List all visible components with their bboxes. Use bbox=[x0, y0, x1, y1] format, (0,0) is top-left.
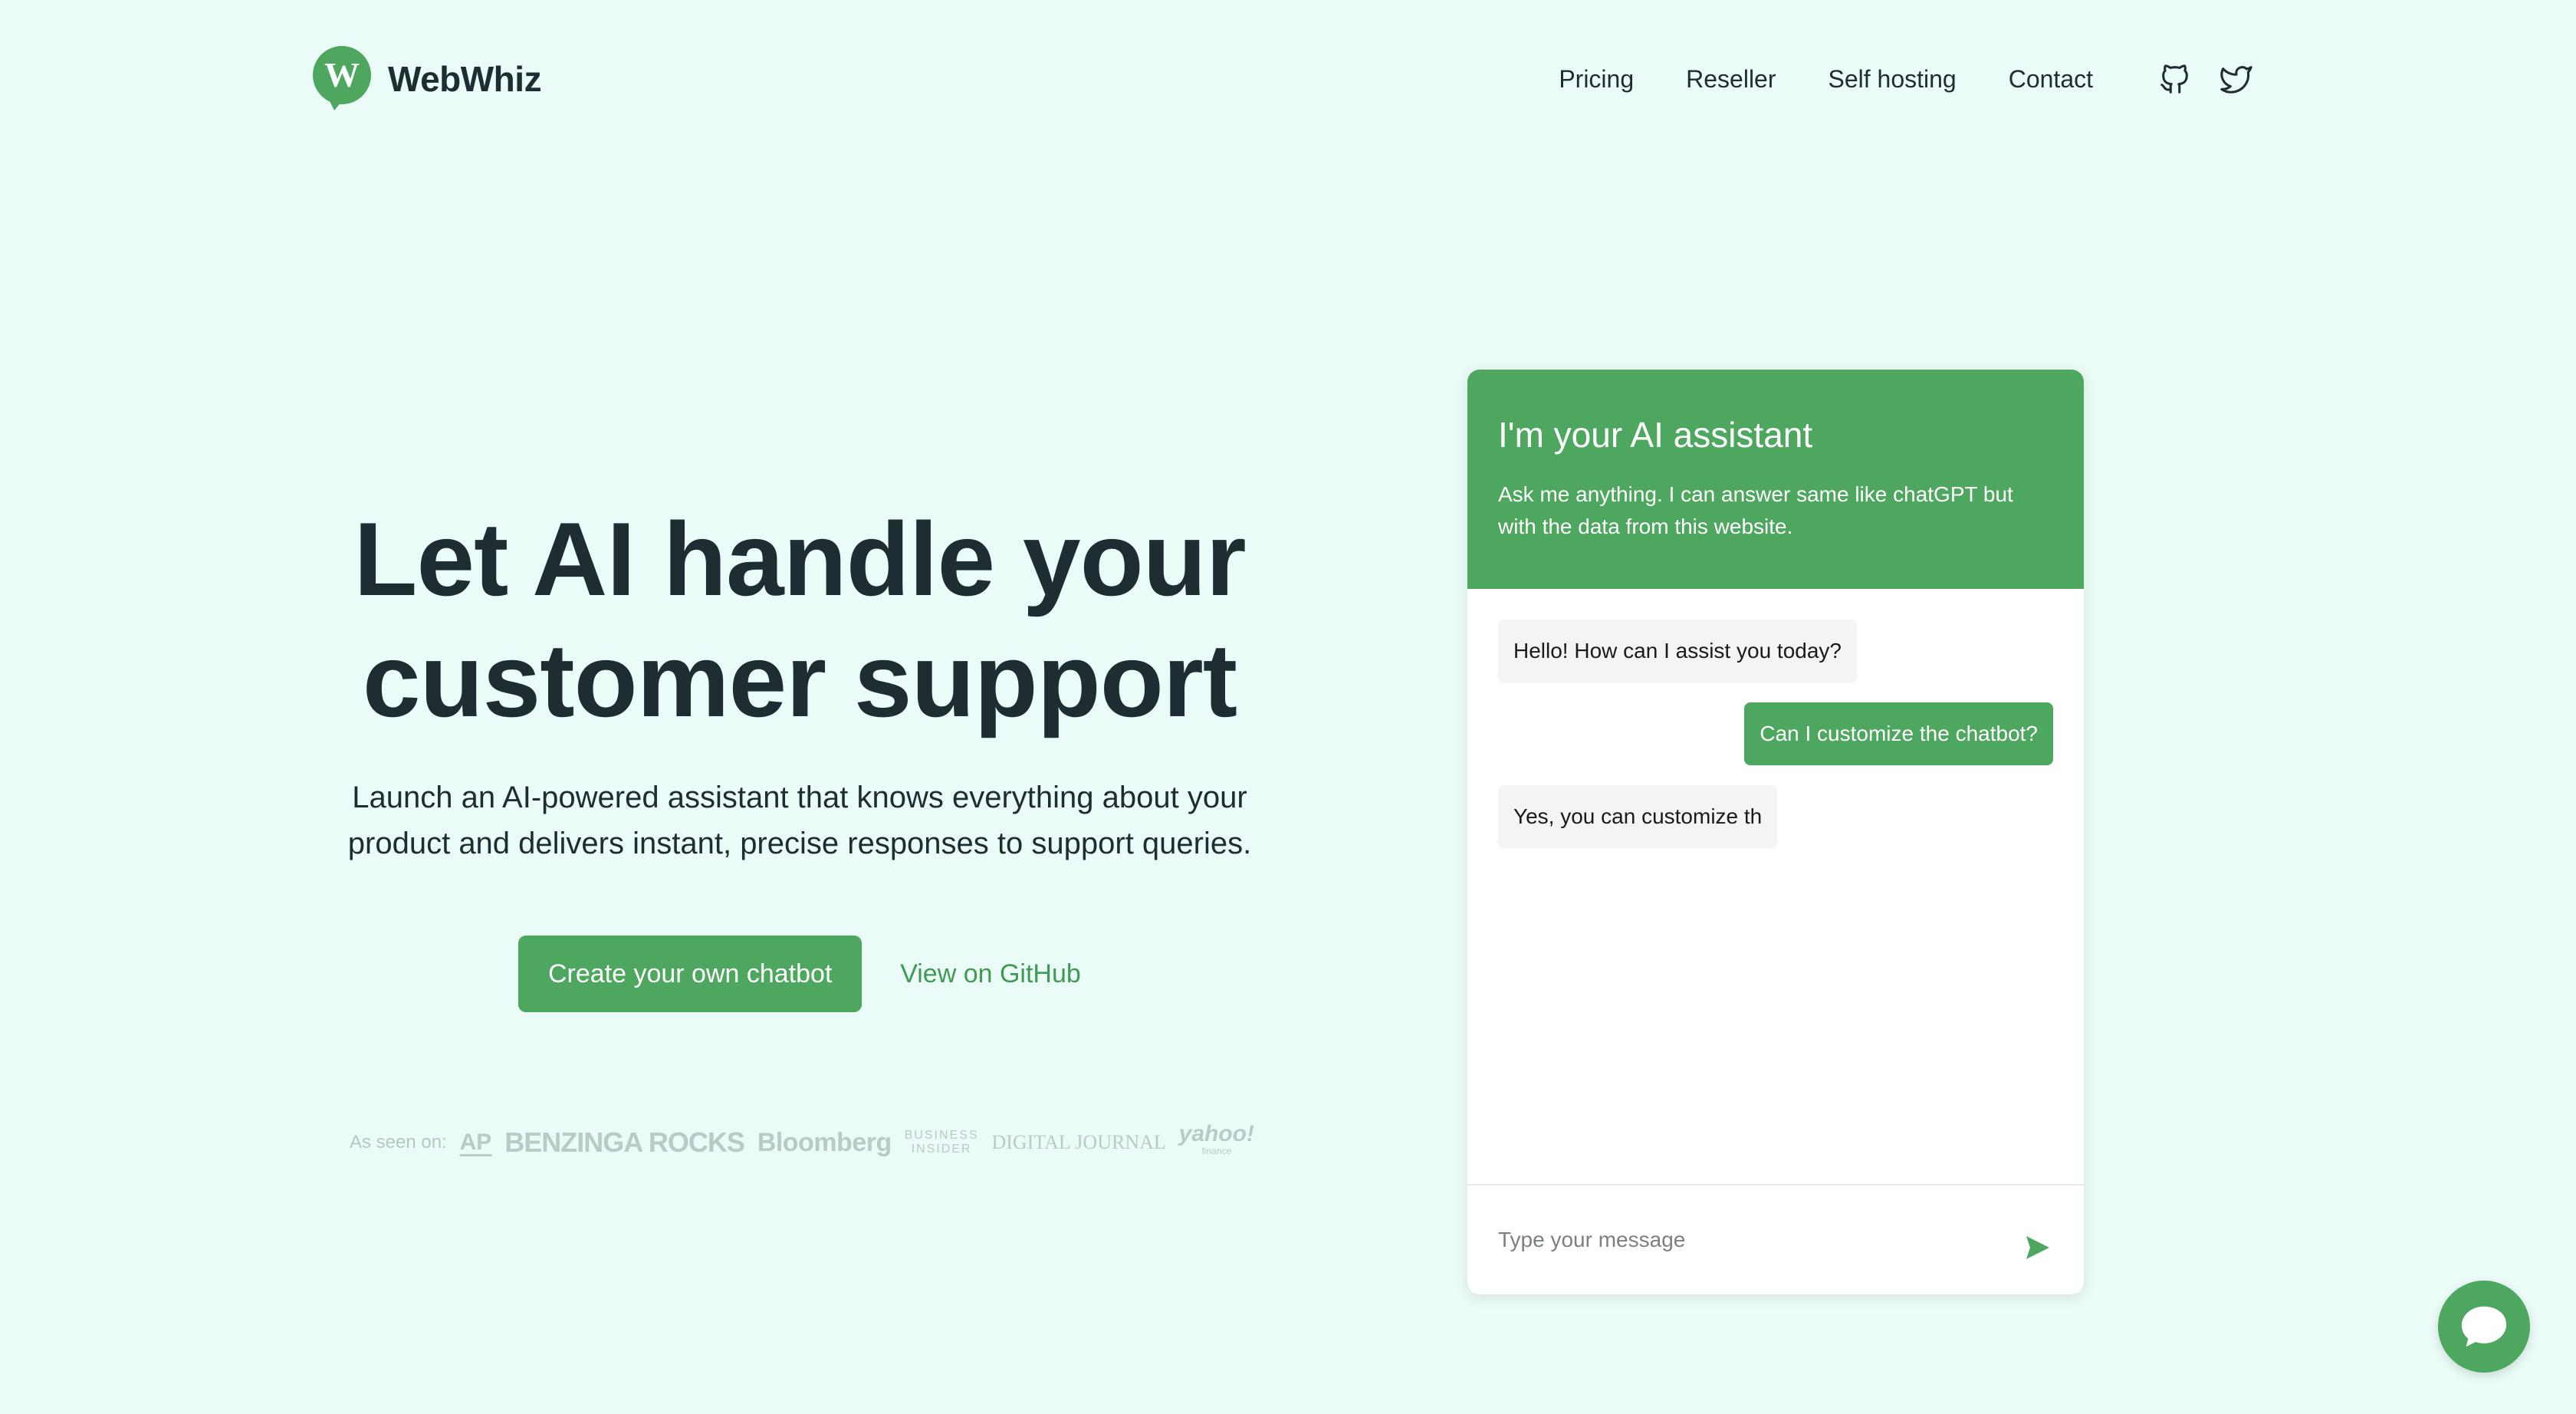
webwhiz-logo-icon: W bbox=[313, 46, 371, 110]
github-icon[interactable] bbox=[2157, 61, 2193, 97]
chat-header: I'm your AI assistant Ask me anything. I… bbox=[1467, 370, 2084, 589]
chat-message-input[interactable] bbox=[1498, 1228, 2022, 1252]
brand[interactable]: W WebWhiz bbox=[311, 46, 542, 112]
user-message: Can I customize the chatbot? bbox=[1744, 702, 2053, 765]
logo-letter: W bbox=[324, 55, 360, 94]
benzinga-logo: BENZINGA ROCKS bbox=[504, 1126, 745, 1158]
site-header: W WebWhiz Pricing Reseller Self hosting … bbox=[311, 46, 2254, 112]
nav-link-self-hosting[interactable]: Self hosting bbox=[1829, 65, 1957, 94]
nav-link-pricing[interactable]: Pricing bbox=[1559, 65, 1634, 94]
digital-journal-logo: DIGITAL JOURNAL bbox=[991, 1131, 1166, 1153]
chat-description: Ask me anything. I can answer same like … bbox=[1498, 482, 2013, 538]
chat-message-row: Can I customize the chatbot? bbox=[1498, 702, 2053, 765]
hero-section: Let AI handle your customer support Laun… bbox=[337, 498, 1262, 1012]
chat-message-row: Hello! How can I assist you today? bbox=[1498, 620, 2053, 682]
bot-message: Hello! How can I assist you today? bbox=[1498, 620, 1857, 682]
brand-name: WebWhiz bbox=[388, 59, 542, 99]
send-icon[interactable] bbox=[2022, 1232, 2053, 1263]
chat-message-row: Yes, you can customize th bbox=[1498, 785, 2053, 848]
ap-logo: AP bbox=[459, 1130, 492, 1155]
yahoo-finance-logo: yahoo! finance bbox=[1178, 1121, 1254, 1157]
chat-launcher-button[interactable] bbox=[2438, 1281, 2530, 1373]
main-nav: Pricing Reseller Self hosting Contact bbox=[1559, 61, 2254, 97]
bot-message: Yes, you can customize th bbox=[1498, 785, 1778, 848]
nav-link-contact[interactable]: Contact bbox=[2009, 65, 2093, 94]
as-seen-on-row: As seen on: AP BENZINGA ROCKS Bloomberg … bbox=[350, 1121, 1254, 1159]
chat-messages: Hello! How can I assist you today? Can I… bbox=[1467, 589, 2084, 1184]
nav-link-reseller[interactable]: Reseller bbox=[1686, 65, 1776, 94]
chat-title: I'm your AI assistant bbox=[1498, 415, 1813, 455]
chat-bubble-icon bbox=[2461, 1306, 2507, 1347]
chat-widget: I'm your AI assistant Ask me anything. I… bbox=[1467, 370, 2084, 1294]
chat-input-bar bbox=[1467, 1184, 2084, 1294]
as-seen-on-label: As seen on: bbox=[350, 1132, 447, 1153]
view-on-github-link[interactable]: View on GitHub bbox=[900, 959, 1081, 989]
business-insider-logo: BUSINESS INSIDER bbox=[904, 1129, 979, 1156]
cta-row: Create your own chatbot View on GitHub bbox=[337, 936, 1262, 1012]
create-chatbot-button[interactable]: Create your own chatbot bbox=[518, 936, 863, 1012]
bloomberg-logo: Bloomberg bbox=[757, 1127, 892, 1157]
social-icons bbox=[2157, 61, 2254, 97]
hero-title-line-1: Let AI handle your bbox=[353, 501, 1246, 617]
hero-title-line-2: customer support bbox=[362, 622, 1237, 738]
hero-subtitle: Launch an AI-powered assistant that know… bbox=[347, 781, 1252, 860]
twitter-icon[interactable] bbox=[2219, 61, 2254, 97]
hero-title: Let AI handle your customer support bbox=[337, 498, 1262, 741]
page: W WebWhiz Pricing Reseller Self hosting … bbox=[0, 0, 2576, 1414]
